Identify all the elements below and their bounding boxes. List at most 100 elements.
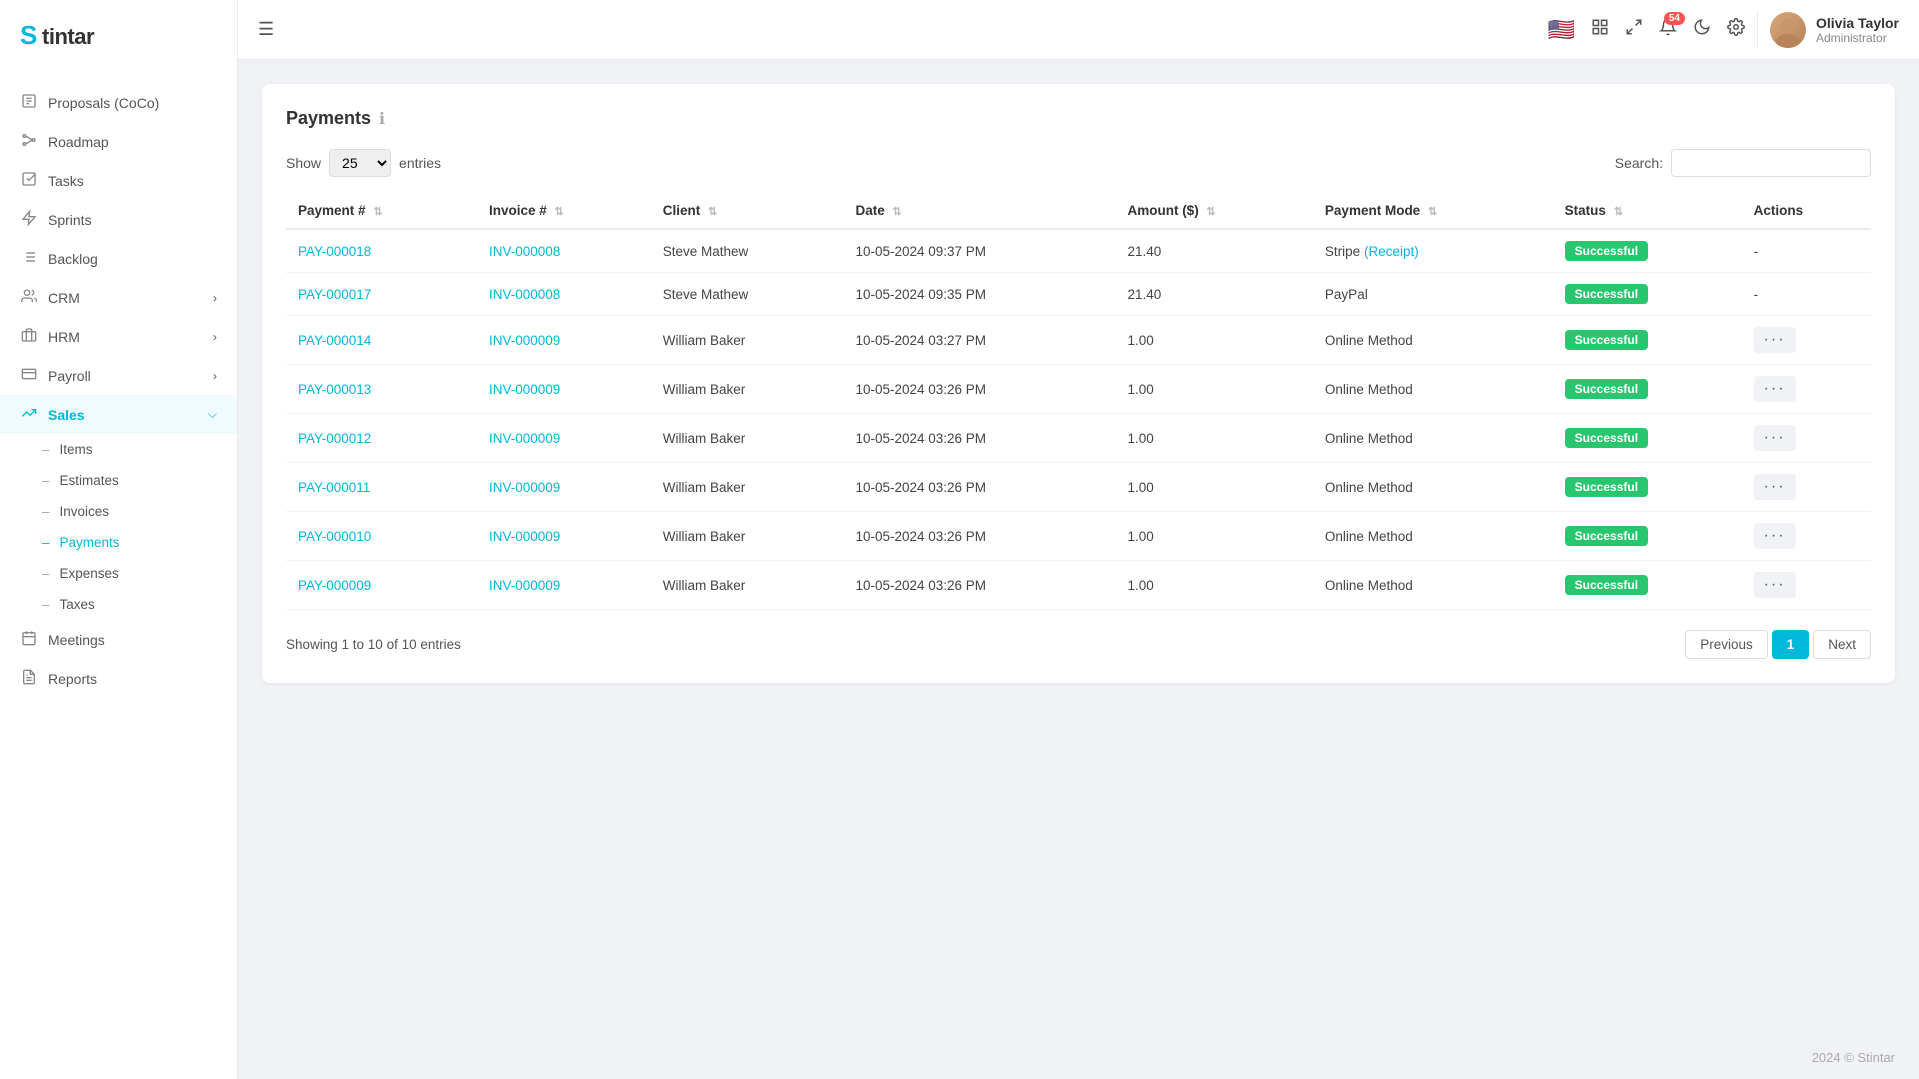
payment-num-cell[interactable]: PAY-000010 — [286, 512, 477, 561]
sidebar-sub-invoices[interactable]: – Invoices — [0, 496, 237, 527]
table-body: PAY-000018INV-000008Steve Mathew10-05-20… — [286, 229, 1871, 610]
sidebar-item-backlog[interactable]: Backlog — [0, 239, 237, 278]
date-cell: 10-05-2024 03:26 PM — [843, 512, 1115, 561]
sales-chevron-icon: ⌵ — [208, 407, 217, 422]
table-controls: Show 10 25 50 100 entries Search: — [286, 149, 1871, 177]
actions-button[interactable]: ··· — [1754, 376, 1796, 402]
sort-icon-invoice[interactable]: ⇅ — [555, 206, 564, 218]
date-cell: 10-05-2024 03:26 PM — [843, 365, 1115, 414]
page-1-button[interactable]: 1 — [1772, 630, 1810, 659]
sidebar-item-reports-label: Reports — [48, 671, 97, 687]
payment-num-cell[interactable]: PAY-000012 — [286, 414, 477, 463]
payment-num-cell[interactable]: PAY-000013 — [286, 365, 477, 414]
sidebar-sub-items[interactable]: – Items — [0, 434, 237, 465]
backlog-icon — [20, 249, 38, 268]
logo-text: S tintar — [20, 18, 130, 57]
sort-icon-status[interactable]: ⇅ — [1614, 206, 1623, 218]
payment-num-cell[interactable]: PAY-000011 — [286, 463, 477, 512]
sidebar-sub-estimates[interactable]: – Estimates — [0, 465, 237, 496]
actions-cell: ··· — [1742, 365, 1871, 414]
topbar-icons: 🇺🇸 54 — [1548, 17, 1745, 43]
svg-text:S: S — [20, 20, 37, 50]
sort-icon-date[interactable]: ⇅ — [892, 206, 901, 218]
status-badge: Successful — [1565, 241, 1648, 261]
hrm-chevron-icon: › — [213, 330, 217, 344]
invoice-num-cell[interactable]: INV-000009 — [477, 463, 651, 512]
previous-button[interactable]: Previous — [1685, 630, 1768, 659]
sidebar-item-sales[interactable]: Sales ⌵ — [0, 395, 237, 434]
payment-num-cell[interactable]: PAY-000014 — [286, 316, 477, 365]
sort-icon-payment[interactable]: ⇅ — [373, 206, 382, 218]
actions-cell: ··· — [1742, 414, 1871, 463]
pagination-row: Showing 1 to 10 of 10 entries Previous 1… — [286, 630, 1871, 659]
payment-mode-cell: Stripe (Receipt) — [1313, 229, 1553, 273]
status-cell: Successful — [1553, 414, 1742, 463]
payment-num-cell[interactable]: PAY-000009 — [286, 561, 477, 610]
actions-button[interactable]: ··· — [1754, 425, 1796, 451]
invoice-num-cell[interactable]: INV-000009 — [477, 512, 651, 561]
invoice-num-cell[interactable]: INV-000008 — [477, 229, 651, 273]
logo[interactable]: S tintar — [0, 0, 237, 75]
invoice-num-cell[interactable]: INV-000009 — [477, 561, 651, 610]
entries-select[interactable]: 10 25 50 100 — [329, 149, 391, 177]
col-client: Client ⇅ — [651, 193, 844, 229]
sort-icon-amount[interactable]: ⇅ — [1206, 206, 1215, 218]
dark-mode-icon[interactable] — [1693, 18, 1711, 41]
sidebar-sub-expenses[interactable]: – Expenses — [0, 558, 237, 589]
sidebar-item-backlog-label: Backlog — [48, 251, 98, 267]
sidebar-item-hrm[interactable]: HRM › — [0, 317, 237, 356]
table-row: PAY-000017INV-000008Steve Mathew10-05-20… — [286, 273, 1871, 316]
menu-toggle-icon[interactable]: ☰ — [258, 19, 274, 40]
user-area[interactable]: Olivia Taylor Administrator — [1757, 12, 1899, 48]
payment-mode-cell: Online Method — [1313, 316, 1553, 365]
invoice-num-cell[interactable]: INV-000008 — [477, 273, 651, 316]
settings-icon[interactable] — [1727, 18, 1745, 41]
actions-cell: - — [1742, 229, 1871, 273]
sidebar-item-tasks-label: Tasks — [48, 173, 84, 189]
status-badge: Successful — [1565, 379, 1648, 399]
sidebar-item-meetings[interactable]: Meetings — [0, 620, 237, 659]
invoice-num-cell[interactable]: INV-000009 — [477, 316, 651, 365]
payment-num-cell[interactable]: PAY-000018 — [286, 229, 477, 273]
amount-cell: 1.00 — [1115, 365, 1312, 414]
sidebar-item-payroll[interactable]: Payroll › — [0, 356, 237, 395]
col-date: Date ⇅ — [843, 193, 1115, 229]
sort-icon-mode[interactable]: ⇅ — [1428, 206, 1437, 218]
next-button[interactable]: Next — [1813, 630, 1871, 659]
sidebar-item-proposals[interactable]: Proposals (CoCo) — [0, 83, 237, 122]
receipt-link[interactable]: (Receipt) — [1364, 244, 1419, 259]
actions-button[interactable]: ··· — [1754, 327, 1796, 353]
table-row: PAY-000012INV-000009William Baker10-05-2… — [286, 414, 1871, 463]
show-label: Show — [286, 155, 321, 171]
sidebar-item-sprints[interactable]: Sprints — [0, 200, 237, 239]
client-cell: William Baker — [651, 463, 844, 512]
sidebar-item-hrm-label: HRM — [48, 329, 80, 345]
sidebar-sub-payments[interactable]: – Payments — [0, 527, 237, 558]
expand-icon[interactable] — [1625, 18, 1643, 41]
notification-icon[interactable]: 54 — [1659, 18, 1677, 41]
payment-num-cell[interactable]: PAY-000017 — [286, 273, 477, 316]
date-cell: 10-05-2024 03:26 PM — [843, 414, 1115, 463]
actions-button[interactable]: ··· — [1754, 572, 1796, 598]
grid-icon[interactable] — [1591, 18, 1609, 41]
sidebar-item-tasks[interactable]: Tasks — [0, 161, 237, 200]
sidebar-item-roadmap[interactable]: Roadmap — [0, 122, 237, 161]
invoice-num-cell[interactable]: INV-000009 — [477, 414, 651, 463]
invoice-num-cell[interactable]: INV-000009 — [477, 365, 651, 414]
col-amount: Amount ($) ⇅ — [1115, 193, 1312, 229]
page-card: Payments ℹ Show 10 25 50 100 entries Sea… — [262, 84, 1895, 683]
sidebar-sub-taxes[interactable]: – Taxes — [0, 589, 237, 620]
flag-icon[interactable]: 🇺🇸 — [1548, 17, 1575, 43]
search-input[interactable] — [1671, 149, 1871, 177]
payment-mode-cell: Online Method — [1313, 365, 1553, 414]
info-icon[interactable]: ℹ — [379, 109, 385, 129]
sidebar-item-crm[interactable]: CRM › — [0, 278, 237, 317]
amount-cell: 1.00 — [1115, 463, 1312, 512]
date-cell: 10-05-2024 03:26 PM — [843, 561, 1115, 610]
actions-button[interactable]: ··· — [1754, 523, 1796, 549]
sidebar-item-reports[interactable]: Reports — [0, 659, 237, 698]
sort-icon-client[interactable]: ⇅ — [708, 206, 717, 218]
sidebar-item-sprints-label: Sprints — [48, 212, 92, 228]
content: Payments ℹ Show 10 25 50 100 entries Sea… — [238, 60, 1919, 1036]
actions-button[interactable]: ··· — [1754, 474, 1796, 500]
